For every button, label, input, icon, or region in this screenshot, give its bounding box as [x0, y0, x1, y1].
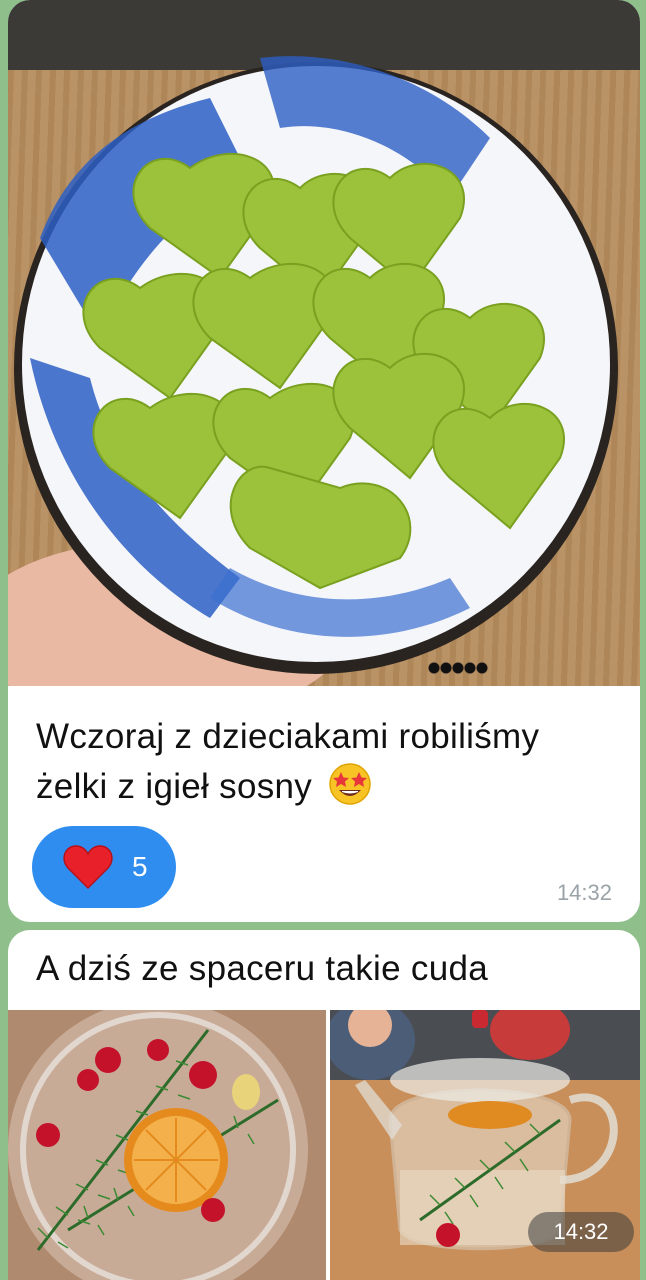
message-text: Wczoraj z dzieciakami robiliśmy żelki z …: [36, 712, 626, 812]
photo-bracelet: [428, 658, 488, 678]
message-text-line: Wczoraj z dzieciakami robiliśmy: [36, 717, 540, 756]
heart-icon: [63, 845, 113, 890]
message-time: 14:32: [556, 880, 612, 905]
message-time: 14:32: [528, 1212, 634, 1252]
photo-pine-orange-bowl[interactable]: [8, 1010, 326, 1280]
star-struck-emoji-icon: [329, 763, 371, 805]
message-text-line: żelki z igieł sosny: [36, 767, 313, 806]
reaction-count: 5: [132, 851, 148, 882]
message-text: A dziś ze spaceru takie cuda: [36, 949, 488, 988]
message-bubble[interactable]: Wczoraj z dzieciakami robiliśmy żelki z …: [8, 0, 640, 922]
reaction-button[interactable]: 5: [32, 826, 176, 908]
bowl-illustration: [14, 56, 618, 674]
photo-pine-gummies[interactable]: [8, 0, 640, 686]
